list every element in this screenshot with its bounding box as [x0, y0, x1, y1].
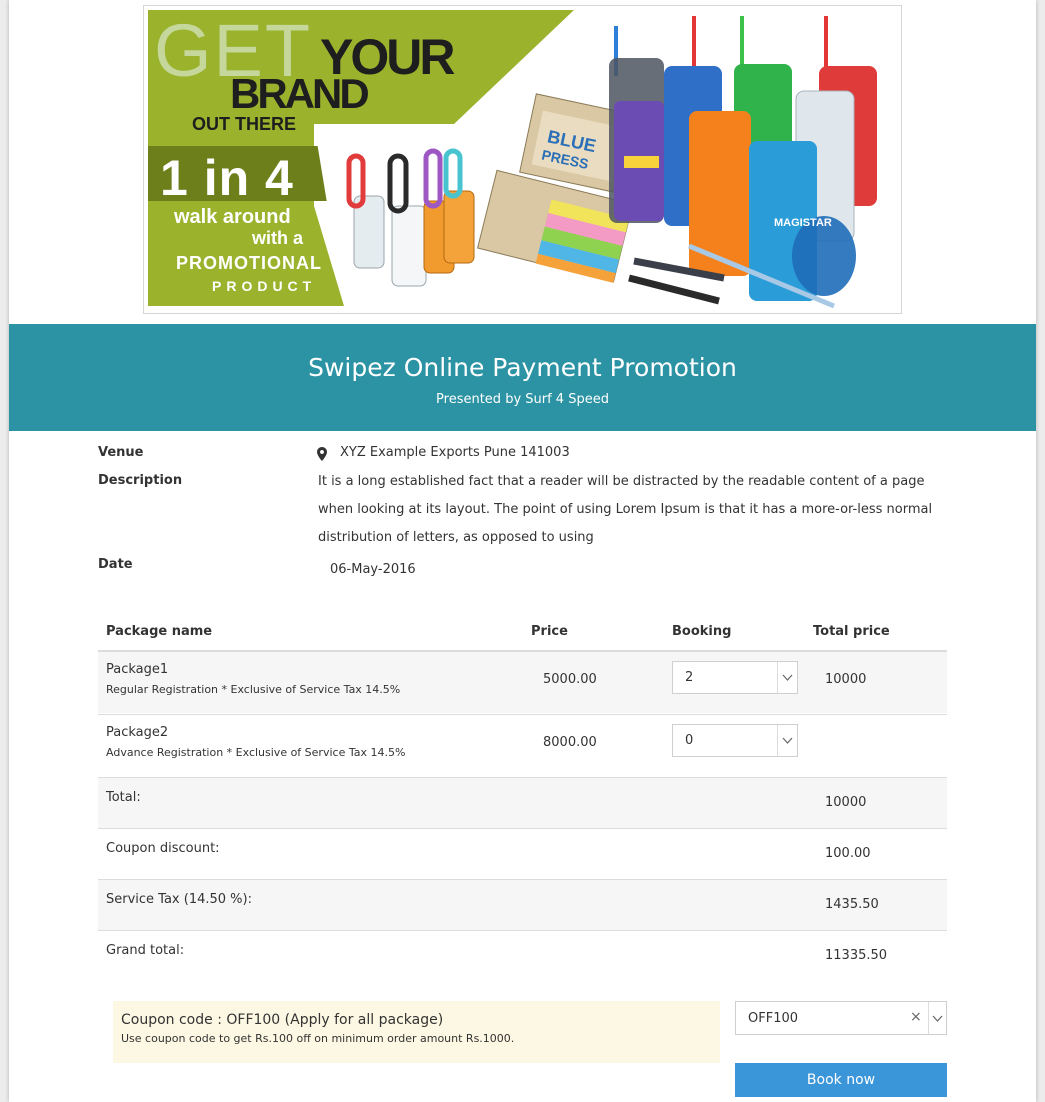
banner-promotional-text: PROMOTIONAL [176, 253, 322, 273]
select-divider [928, 1002, 929, 1034]
promo-banner: BLUE PRESS MAGISTAR GET YOUR BRAND OUT T… [143, 5, 902, 314]
coupon-note: Use coupon code to get Rs.100 off on min… [121, 1032, 515, 1045]
summary-row-coupon-discount: Coupon discount: 100.00 [98, 828, 947, 879]
booking-select-value: 0 [685, 733, 694, 748]
coupon-title: Coupon code : OFF100 (Apply for all pack… [121, 1012, 444, 1028]
venue-value: XYZ Example Exports Pune 141003 [340, 445, 570, 460]
column-header-booking: Booking [672, 624, 732, 639]
summary-value: 100.00 [825, 846, 871, 861]
coupon-info-box: Coupon code : OFF100 (Apply for all pack… [113, 1001, 720, 1063]
clear-icon[interactable]: × [910, 1009, 922, 1025]
summary-label: Coupon discount: [106, 841, 220, 856]
book-now-button[interactable]: Book now [735, 1063, 947, 1097]
select-divider [777, 662, 778, 693]
event-header: Swipez Online Payment Promotion Presente… [9, 324, 1036, 431]
chevron-down-icon [782, 737, 793, 744]
description-label: Description [98, 473, 183, 488]
summary-row-total: Total: 10000 [98, 777, 947, 828]
page-subtitle: Presented by Surf 4 Speed [436, 392, 609, 407]
banner-statistic-text: 1 in 4 [160, 150, 294, 206]
summary-label: Grand total: [106, 943, 185, 958]
date-value: 06-May-2016 [330, 562, 416, 577]
select-divider [777, 725, 778, 756]
summary-label: Total: [106, 790, 141, 805]
column-header-package: Package name [106, 624, 213, 639]
summary-value: 11335.50 [825, 948, 888, 963]
banner-with-text: with a [252, 228, 304, 248]
coupon-select-value: OFF100 [748, 1011, 799, 1026]
banner-brand-text: BRAND [230, 70, 370, 117]
package-note: Regular Registration * Exclusive of Serv… [106, 683, 401, 696]
banner-product-text: PRODUCT [212, 278, 317, 294]
booking-select-package2[interactable]: 0 [672, 724, 798, 757]
summary-value: 1435.50 [825, 897, 879, 912]
booking-select-value: 2 [685, 670, 694, 685]
summary-label: Service Tax (14.50 %): [106, 892, 252, 907]
package-name: Package2 [106, 725, 169, 740]
column-header-price: Price [531, 624, 568, 639]
summary-value: 10000 [825, 795, 867, 810]
column-header-total: Total price [813, 624, 890, 639]
map-marker-icon [317, 447, 327, 461]
venue-label: Venue [98, 445, 144, 460]
chevron-down-icon [782, 674, 793, 681]
package-note: Advance Registration * Exclusive of Serv… [106, 746, 406, 759]
coupon-select[interactable]: OFF100 × [735, 1001, 947, 1035]
package-price: 8000.00 [543, 735, 597, 750]
table-row: Package2 Advance Registration * Exclusiv… [98, 714, 947, 777]
page-container: BLUE PRESS MAGISTAR GET YOUR BRAND OUT T… [9, 0, 1036, 1102]
package-price: 5000.00 [543, 672, 597, 687]
package-total: 10000 [825, 672, 867, 687]
summary-row-grand-total: Grand total: 11335.50 [98, 930, 947, 981]
chevron-down-icon[interactable] [932, 1013, 943, 1024]
package-name: Package1 [106, 662, 169, 677]
svg-text:MAGISTAR: MAGISTAR [774, 217, 832, 229]
booking-select-package1[interactable]: 2 [672, 661, 798, 694]
banner-out-there-text: OUT THERE [192, 114, 297, 134]
table-row: Package1 Regular Registration * Exclusiv… [98, 650, 947, 713]
date-label: Date [98, 557, 133, 572]
summary-row-service-tax: Service Tax (14.50 %): 1435.50 [98, 879, 947, 930]
description-value: It is a long established fact that a rea… [318, 474, 933, 545]
banner-walk-text: walk around [174, 206, 291, 228]
page-title: Swipez Online Payment Promotion [308, 353, 737, 382]
